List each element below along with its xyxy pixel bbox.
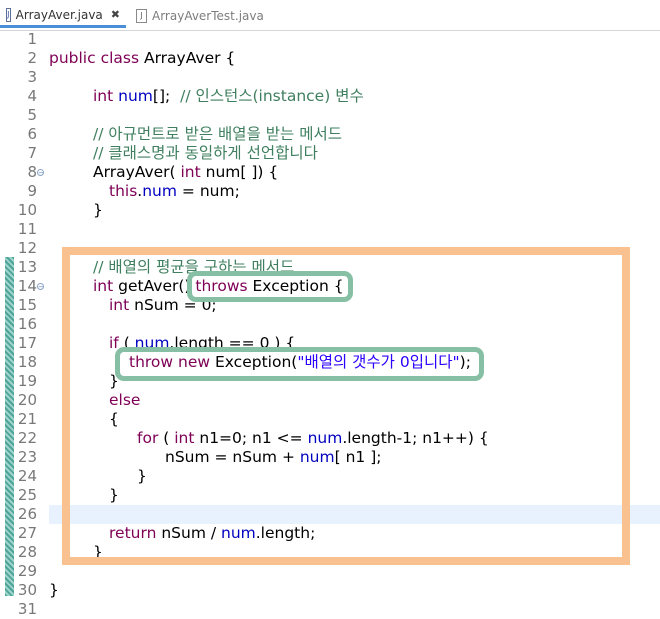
code-text: num[ ]) {	[200, 163, 279, 181]
code-line-30: }	[49, 581, 59, 599]
code-editor[interactable]: 1 2 3 4 5 6 7 8−9 10 11 12 13 14−15 16 17 18 19 20 21 22 23 2…	[0, 30, 660, 618]
code-line-10: }	[93, 201, 103, 219]
code-line-4: int num[]; // 인스턴스(instance) 변수	[93, 87, 364, 106]
keyword: this	[109, 182, 138, 200]
code-text: ArrayAver(	[93, 163, 181, 181]
keyword: int	[180, 163, 201, 181]
code-line-2: public class ArrayAver {	[49, 49, 235, 68]
java-file-icon: J	[6, 7, 11, 22]
tab-label: ArrayAverTest.java	[152, 9, 264, 23]
tab-arrayaver-java[interactable]: J ArrayAver.java ✖	[0, 4, 126, 28]
tab-arrayavertest-java[interactable]: J ArrayAverTest.java	[130, 4, 270, 28]
comment: // 인스턴스(instance) 변수	[180, 87, 364, 105]
java-file-icon: J	[136, 9, 147, 23]
keyword: public class	[49, 49, 140, 67]
code-line-8: ArrayAver( int num[ ]) {	[93, 163, 278, 182]
keyword: int	[93, 87, 114, 105]
editor-tab-bar: J ArrayAver.java ✖ J ArrayAverTest.java	[0, 0, 660, 31]
code-text: = num;	[176, 182, 240, 200]
code-line-6: // 아규먼트로 받은 배열을 받는 메서드	[93, 125, 342, 143]
field: num	[118, 87, 153, 105]
code-text: ArrayAver {	[139, 49, 236, 67]
close-icon[interactable]: ✖	[111, 8, 120, 21]
code-text: [];	[152, 87, 171, 105]
code-line-7: // 클래스명과 동일하게 선언합니다	[93, 144, 318, 162]
code-line-9: this.num = num;	[109, 182, 240, 201]
field: num	[142, 182, 177, 200]
throws-highlight-box	[187, 271, 353, 302]
tab-label: ArrayAver.java	[15, 7, 103, 22]
throw-statement-highlight-box	[115, 347, 484, 381]
